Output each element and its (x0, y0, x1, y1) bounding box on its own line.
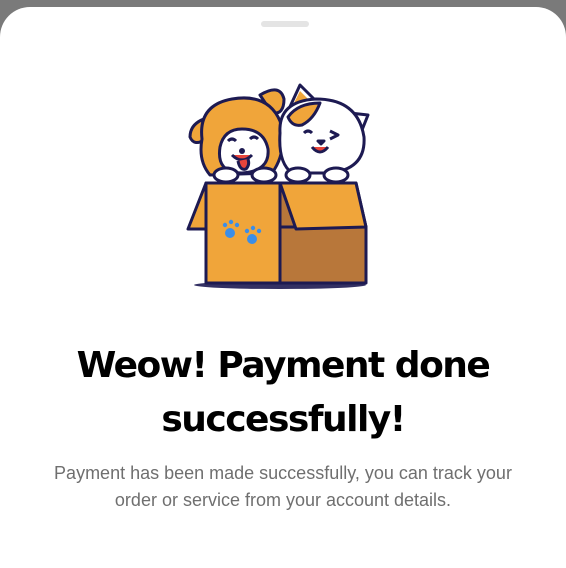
title-line-2: successfully! (161, 399, 406, 440)
page-title: Weow! Payment done successfully! (0, 339, 566, 447)
title-line-1: Weow! Payment done (76, 345, 491, 386)
dog-icon (188, 88, 286, 177)
drag-handle[interactable] (261, 21, 309, 27)
box-icon (186, 181, 368, 285)
success-description: Payment has been made successfully, you … (54, 463, 512, 510)
payment-success-sheet: Weow! Payment done successfully! Payment… (0, 7, 566, 568)
cat-icon (278, 83, 370, 175)
dog-and-cat-in-box-illustration (180, 77, 390, 291)
